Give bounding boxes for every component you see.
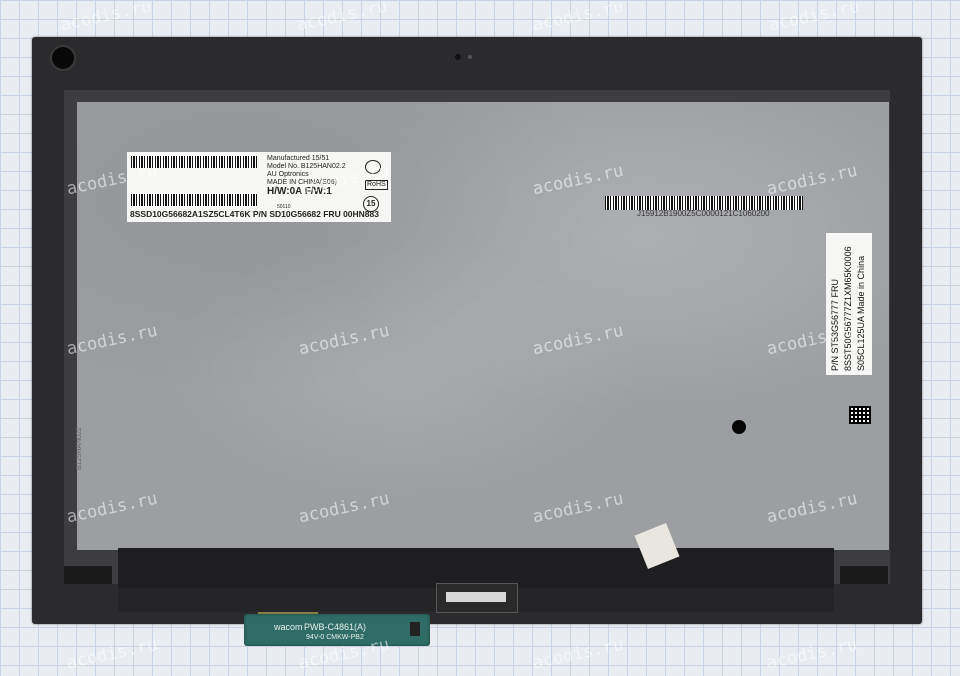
- manufactured-text: Manufactured 15/51: [267, 155, 330, 162]
- digitizer-pcb: wacom PWB-C4861(A) 94V-0 CMKW-PB2: [244, 614, 430, 646]
- fru-line-3: S05CL125UA Made in China: [856, 255, 866, 371]
- sensor-dot: [455, 54, 461, 60]
- watermark: acodis.ru: [58, 0, 154, 36]
- watermark: acodis.ru: [766, 0, 862, 36]
- watermark: acodis.ru: [64, 634, 160, 674]
- mounting-hole: [732, 420, 746, 434]
- fru-line-2: 8SST50G56777Z1XM65K0006: [843, 246, 853, 371]
- watermark: acodis.ru: [530, 634, 626, 674]
- pcb-chip: [410, 622, 420, 636]
- pcb-rating-text: 94V-0 CMKW-PB2: [306, 634, 364, 641]
- pcb-model-text: PWB-C4861(A): [304, 622, 367, 632]
- pcb-brand-text: wacom: [274, 622, 303, 632]
- watermark: acodis.ru: [294, 0, 390, 36]
- panel-serial-text: J15912B1900Z5C0000121C1060200: [637, 209, 770, 218]
- fru-label: P/N ST53G56777 FRU 8SST50G56777Z1XM65K00…: [826, 233, 872, 375]
- small-code-text: 50110: [277, 204, 291, 210]
- model-number-text: Model No. B125HAN02.2: [267, 163, 346, 170]
- frame-corner: [840, 566, 888, 584]
- frame-corner: [64, 566, 112, 584]
- barcode: [131, 194, 257, 206]
- bottom-strip: [118, 548, 834, 588]
- watermark: acodis.ru: [530, 0, 626, 36]
- side-model-code: B125HAN022: [76, 427, 83, 470]
- connector-pins: [446, 592, 506, 602]
- label-barcode-text: 8SSD10G56682A1SZ5CL4T6K P/N SD10G56682 F…: [130, 209, 379, 219]
- qr-code: [849, 406, 871, 424]
- camera-icon: [52, 47, 74, 69]
- watermark: acodis.ru: [764, 634, 860, 674]
- sensor-dot: [468, 55, 472, 59]
